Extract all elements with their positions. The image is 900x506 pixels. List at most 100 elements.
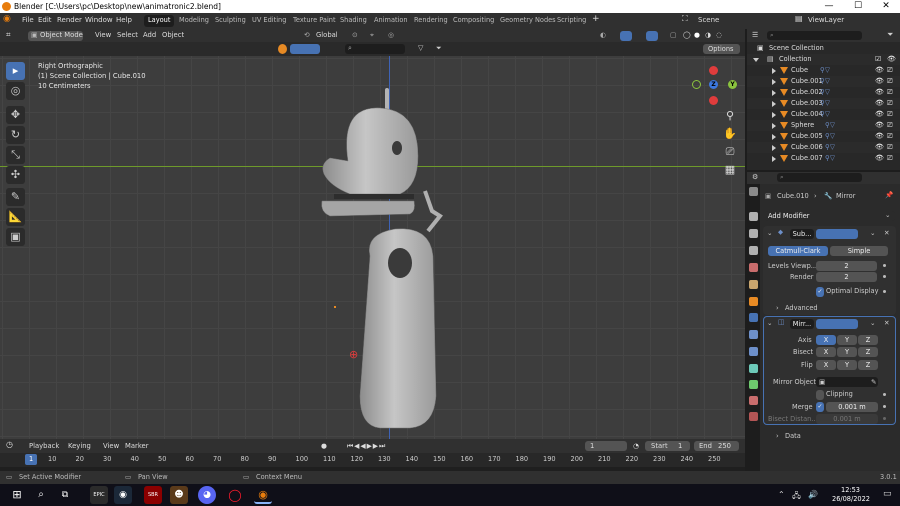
add-workspace-button[interactable]: + [592,14,600,24]
render-camera-icon[interactable]: ⎚ [887,154,893,163]
menu-edit[interactable]: Edit [38,16,52,24]
volume-icon[interactable]: 🔊 [808,490,818,499]
simple-button[interactable]: Simple [830,246,888,256]
pan-hand-icon[interactable]: ✋ [722,126,738,142]
windows-start-icon[interactable]: ⊞ [8,486,26,504]
render-levels-field[interactable]: 2 [816,272,877,282]
outliner-collection[interactable]: ▤ Collection ☑ 👁 [747,54,900,65]
cursor-tool-icon[interactable]: ◎ [6,82,25,100]
render-tab-icon[interactable] [749,212,758,221]
properties-editor-icon[interactable]: ⚙ [752,173,758,181]
zoom-icon[interactable]: ⚲ [722,108,738,124]
mirror-dropdown-icon[interactable]: ⌄ [870,319,876,327]
select-box-modes[interactable] [290,44,320,54]
visibility-eye-icon[interactable]: 👁 [875,88,884,96]
viewport-menu-object[interactable]: Object [162,31,184,39]
visibility-eye-icon[interactable]: 👁 [875,110,884,118]
scene-tab-icon[interactable] [749,263,758,272]
visibility-eye-icon[interactable]: 👁 [875,99,884,107]
outliner-object-row[interactable]: Cube ⚲▽ 👁 ⎚ [747,65,900,76]
gizmo-x-axis[interactable] [709,96,718,105]
clipping-checkbox[interactable] [816,390,824,400]
outliner-object-row[interactable]: Cube.005 ⚲▽ 👁 ⎚ [747,131,900,142]
record-button[interactable]: ● [321,442,327,450]
modifier-data-icon[interactable]: ⚲▽ [820,66,830,74]
modifier-data-icon[interactable]: ⚲▽ [825,154,835,162]
transform-tool-icon[interactable]: ✣ [6,166,25,184]
expand-icon[interactable] [772,123,776,129]
timeline-editor-icon[interactable]: ◷ [6,440,13,449]
properties-search-input[interactable] [777,173,862,182]
add-cube-tool-icon[interactable]: ▣ [6,228,25,246]
merge-distance-field[interactable]: 0.001 m [826,402,878,412]
shading-material-icon[interactable]: ◑ [705,31,711,39]
merge-keyframe-dot[interactable] [883,405,886,408]
select-mode-icon[interactable] [278,44,287,54]
timeline-menu-marker[interactable]: Marker [125,442,149,450]
tab-texture-paint[interactable]: Texture Paint [289,15,340,27]
expand-icon[interactable] [753,58,759,62]
timeline-ruler[interactable]: 1 10 20 30 40 50 60 70 80 90 100 110 120 130 140 150 160… [0,453,745,467]
expand-icon[interactable] [772,90,776,96]
opera-icon[interactable]: ◯ [226,486,244,504]
gizmo-y-axis[interactable]: Y [728,80,737,89]
viewport-menu-add[interactable]: Add [143,31,156,39]
filter-icon[interactable]: ▽ [418,44,423,52]
3d-cursor-icon[interactable]: ⊕ [349,348,358,361]
annotate-tool-icon[interactable]: ✎ [6,188,25,206]
animatronic-model[interactable] [300,86,460,431]
outliner-object-row[interactable]: Cube.003 ⚲▽ 👁 ⎚ [747,98,900,109]
xray-toggle-icon[interactable]: ▢ [670,31,676,39]
axis-x-toggle[interactable]: X [816,335,836,345]
outliner-object-row[interactable]: Cube.007 ⚲▽ 👁 ⎚ [747,153,900,164]
flip-x-toggle[interactable]: X [816,360,836,370]
subsurf-display-toggles[interactable] [816,229,858,239]
tab-layout[interactable]: Layout [144,15,175,27]
render-camera-icon[interactable]: ⎚ [887,132,893,141]
discord-icon[interactable]: ◕ [198,486,216,504]
tab-compositing[interactable]: Compositing [449,15,498,27]
mirror-object-field[interactable] [816,377,878,387]
outliner-scene-collection[interactable]: ▣ Scene Collection [747,43,900,54]
tab-geometry-nodes[interactable]: Geometry Nodes [496,15,560,27]
close-button[interactable]: ✕ [872,0,900,13]
tray-chevron-icon[interactable]: ⌃ [778,490,785,499]
visibility-eye-icon[interactable]: 👁 [875,154,884,162]
levels-keyframe-dot[interactable] [883,264,886,267]
render-camera-icon[interactable]: ⎚ [887,110,893,119]
render-camera-icon[interactable]: ⎚ [887,66,893,75]
outliner-object-row[interactable]: Cube.002 ⚲▽ 👁 ⎚ [747,87,900,98]
viewport-visibility-icon[interactable]: ◐ [600,31,606,39]
blender-taskbar-icon[interactable]: ◉ [254,486,272,504]
render-camera-icon[interactable]: ⎚ [887,99,893,108]
visibility-eye-icon[interactable]: 👁 [875,66,884,74]
maximize-button[interactable]: ☐ [844,0,872,13]
steam-icon[interactable]: ◉ [114,486,132,504]
scale-tool-icon[interactable]: ⤡ [6,146,25,164]
constraints-tab-icon[interactable] [749,364,758,373]
catmull-clark-button[interactable]: Catmull-Clark [768,246,828,256]
scene-selector[interactable]: Scene [698,16,719,24]
timeline-menu-view[interactable]: View [103,442,119,450]
clock-time[interactable]: 12:53 [841,486,860,494]
visibility-eye-icon[interactable]: 👁 [875,121,884,129]
gizmo-toggle-icon[interactable] [620,31,632,41]
gizmo-neg-x-dot[interactable] [709,66,718,75]
bisect-y-toggle[interactable]: Y [837,347,857,357]
outliner-object-row[interactable]: Cube.004 ⚲▽ 👁 ⎚ [747,109,900,120]
axis-y-toggle[interactable]: Y [837,335,857,345]
modifier-tab-icon[interactable] [749,313,758,322]
funnel-icon[interactable]: ⏷ [436,44,442,53]
optimal-display-checkbox[interactable]: ✓ [816,287,824,297]
data-expand-icon[interactable]: › [776,432,779,440]
visibility-eye-icon[interactable]: 👁 [875,143,884,151]
texture-tab-icon[interactable] [749,412,758,421]
expand-icon[interactable] [772,134,776,140]
tab-animation[interactable]: Animation [370,15,412,27]
expand-icon[interactable] [772,79,776,85]
advanced-label[interactable]: Advanced [785,304,818,312]
tab-uv-editing[interactable]: UV Editing [248,15,290,27]
expand-icon[interactable] [772,112,776,118]
taskbar-search-icon[interactable]: ⌕ [32,486,50,504]
viewport-search-input[interactable] [345,44,405,54]
